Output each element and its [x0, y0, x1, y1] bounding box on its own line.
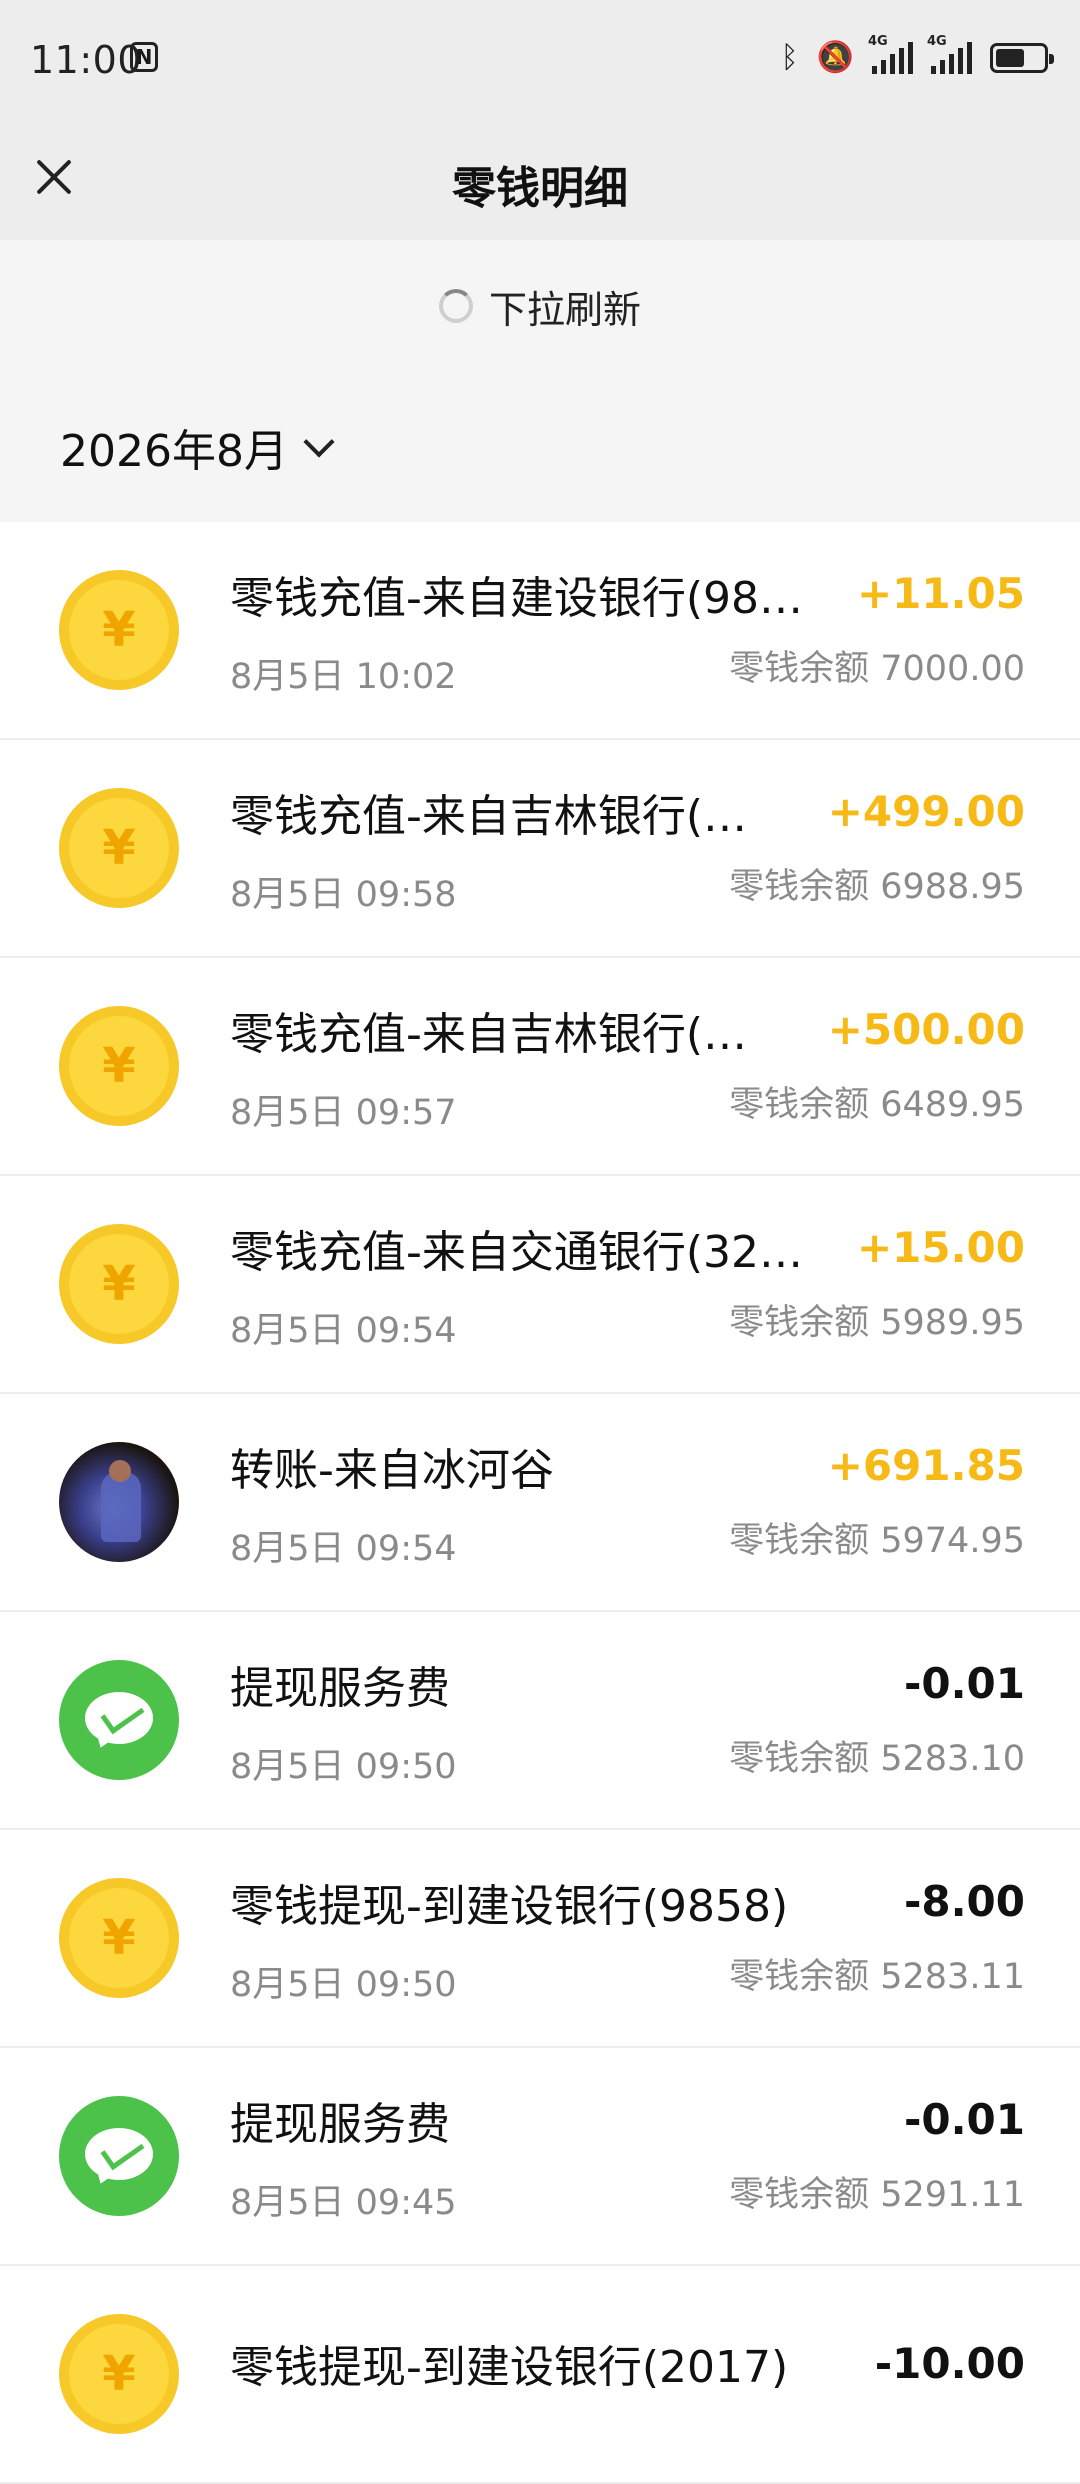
coin-icon: ¥ [59, 788, 179, 908]
transaction-amounts: +691.85 零钱余额 5974.95 [729, 1441, 1025, 1563]
coin-icon: ¥ [59, 1878, 179, 1998]
month-selector[interactable]: 2026年8月 [0, 372, 1080, 522]
coin-icon: ¥ [59, 570, 179, 690]
transaction-row[interactable]: ¥ 零钱充值-来自建设银行(98… 8月5日 10:02 +11.05 零钱余额 700… [0, 522, 1080, 740]
coin-icon: ¥ [59, 1224, 179, 1344]
nav-header: 零钱明细 [0, 116, 1080, 240]
transaction-row[interactable]: ¥ 零钱提现-到建设银行(2017) -10.00 [0, 2266, 1080, 2484]
transaction-row[interactable]: ¥ 零钱充值-来自吉林银行(… 8月5日 09:57 +500.00 零钱余额 6489… [0, 958, 1080, 1176]
coin-icon: ¥ [59, 2314, 179, 2434]
transaction-amount: +691.85 [827, 1441, 1025, 1490]
balance-after: 零钱余额 5283.11 [729, 1957, 1025, 1997]
transaction-row[interactable]: ¥ 零钱充值-来自交通银行(32… 8月5日 09:54 +15.00 零钱余额 598… [0, 1176, 1080, 1394]
nfc-icon: N [130, 42, 158, 72]
transaction-amount: -8.00 [903, 1877, 1025, 1926]
page-title: 零钱明细 [452, 163, 628, 214]
chevron-down-icon [303, 426, 335, 458]
refresh-label: 下拉刷新 [488, 287, 641, 332]
network-type-label: 4G [868, 33, 888, 49]
transaction-row[interactable]: 提现服务费 8月5日 09:50 -0.01 零钱余额 5283.10 [0, 1612, 1080, 1830]
month-label: 2026年8月 [60, 426, 288, 477]
network-type-label-2: 4G [927, 33, 947, 49]
signal-icon: 4G [868, 34, 913, 74]
transaction-amounts: +499.00 零钱余额 6988.95 [729, 787, 1025, 909]
transaction-row[interactable]: 提现服务费 8月5日 09:45 -0.01 零钱余额 5291.11 [0, 2048, 1080, 2266]
transaction-amounts: -8.00 零钱余额 5283.11 [729, 1877, 1025, 1999]
wechat-pay-icon [59, 1660, 179, 1780]
transaction-amount: +500.00 [827, 1005, 1025, 1054]
transaction-amount: +15.00 [856, 1223, 1025, 1272]
status-bar: 11:00 N ᛒ 🔕 4G 4G [0, 0, 1080, 116]
user-avatar [59, 1442, 179, 1562]
status-icons: ᛒ 🔕 4G 4G [780, 34, 1054, 75]
coin-icon: ¥ [59, 1006, 179, 1126]
balance-after: 零钱余额 5283.10 [729, 1739, 1025, 1779]
transaction-row[interactable]: ¥ 零钱提现-到建设银行(9858) 8月5日 09:50 -8.00 零钱余额 528… [0, 1830, 1080, 2048]
balance-after: 零钱余额 6489.95 [729, 1085, 1025, 1125]
transaction-amounts: -0.01 零钱余额 5291.11 [729, 2095, 1025, 2217]
transaction-amount: -10.00 [874, 2338, 1025, 2388]
transaction-amounts: -0.01 零钱余额 5283.10 [729, 1659, 1025, 1781]
balance-after: 零钱余额 5989.95 [729, 1303, 1025, 1343]
bluetooth-icon: ᛒ [780, 40, 799, 75]
transaction-list: ¥ 零钱充值-来自建设银行(98… 8月5日 10:02 +11.05 零钱余额 700… [0, 522, 1080, 2484]
balance-after: 零钱余额 6988.95 [729, 867, 1025, 907]
transaction-amounts: +500.00 零钱余额 6489.95 [729, 1005, 1025, 1127]
balance-after: 零钱余额 7000.00 [729, 649, 1025, 689]
loading-spinner-icon [438, 289, 473, 323]
transaction-amount: -0.01 [903, 1659, 1025, 1708]
battery-icon [990, 42, 1054, 73]
mute-bell-icon: 🔕 [816, 40, 854, 75]
transaction-amount: +11.05 [856, 569, 1025, 618]
transaction-amount: +499.00 [827, 787, 1025, 836]
pull-to-refresh: 下拉刷新 [0, 240, 1080, 372]
signal-icon-2: 4G [927, 34, 972, 74]
wechat-pay-icon [59, 2096, 179, 2216]
transaction-amount: -0.01 [903, 2095, 1025, 2144]
transaction-amounts: +15.00 零钱余额 5989.95 [729, 1223, 1025, 1345]
transaction-amounts: +11.05 零钱余额 7000.00 [729, 569, 1025, 691]
transaction-row[interactable]: ¥ 零钱充值-来自吉林银行(… 8月5日 09:58 +499.00 零钱余额 6988… [0, 740, 1080, 958]
transaction-row[interactable]: 转账-来自冰河谷 8月5日 09:54 +691.85 零钱余额 5974.95 [0, 1394, 1080, 1612]
status-time: 11:00 [30, 38, 143, 82]
balance-after: 零钱余额 5974.95 [729, 1521, 1025, 1561]
balance-after: 零钱余额 5291.11 [729, 2175, 1025, 2215]
transaction-amounts: -10.00 [875, 2339, 1025, 2410]
